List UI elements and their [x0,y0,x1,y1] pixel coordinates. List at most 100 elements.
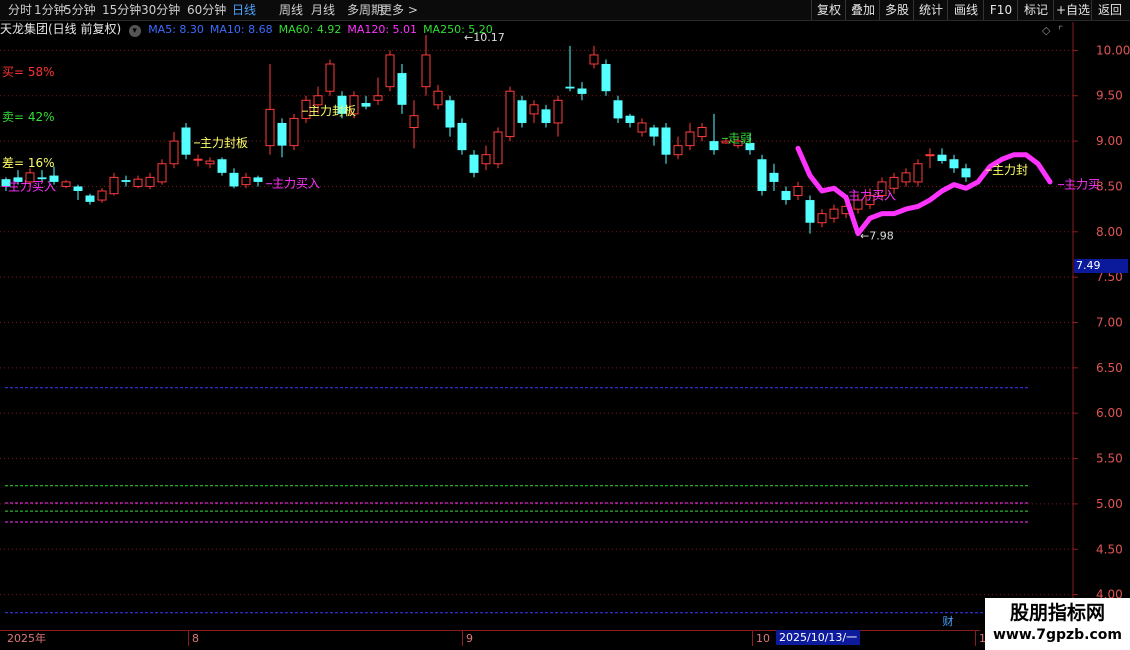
signal-marker-label: 主力封板 [200,136,248,150]
candle-body [697,126,707,138]
candle-body [385,54,395,88]
price-tick-label: 10.00 [1096,43,1130,57]
candle-body [373,95,383,101]
candle-body [277,122,287,146]
candle-body [493,131,503,165]
price-tick-label: 8.00 [1096,225,1123,239]
candle-body [685,131,695,147]
candle-body [325,63,335,92]
candle-body [421,54,431,88]
finance-icon[interactable]: 财 [940,614,956,629]
signal-marker-label: 主力买入 [272,177,320,191]
candle-body [229,172,239,187]
candle-body [469,154,479,173]
date-tick-3: 10 [752,631,770,646]
candle-body [97,190,107,201]
candle-body [901,172,911,183]
watermark: 股朋指标网 www.7gpzb.com [985,598,1130,650]
candle-body [829,208,839,219]
candle-body [649,127,659,137]
candle-body [673,145,683,156]
diff-stat: 差= 16% [2,156,55,170]
candle-body [601,64,611,92]
candle-body [961,168,971,178]
candle-body [781,190,791,201]
candle-body [553,99,563,124]
price-tick-label: 9.50 [1096,89,1123,103]
date-cursor-label: 2025/10/13/一 [776,630,861,645]
candle-body [181,127,191,155]
signal-marker-label: 主力买入 [848,189,896,203]
date-tick-0: 2025年 [7,632,46,645]
buy-stat: 买= 58% [2,65,55,79]
candle-body [913,163,923,183]
candle-body [253,177,263,182]
sell-stat: 卖= 42% [2,110,55,124]
price-tick-label: 7.00 [1096,316,1123,330]
candle-body [433,90,443,106]
candle-body [637,122,647,133]
price-tick-label: 5.50 [1096,452,1123,466]
candle-body [805,200,815,223]
candle-body [793,185,803,197]
candle-body [589,54,599,65]
candle-body [217,159,227,173]
signal-marker-label: 主力封 [992,163,1028,177]
candle-body [925,154,935,157]
candle-body [661,127,671,155]
signal-marker-label: 走弱 [728,131,752,145]
watermark-url: www.7gpzb.com [992,627,1122,643]
signal-marker-label: 主力封板 [308,104,356,118]
candle-body [889,176,899,189]
candle-body [85,195,95,202]
candle-body [577,88,587,94]
price-tick-label: 9.00 [1096,134,1123,148]
cursor-price-tag: 7.49 [1074,259,1128,273]
candle-body [409,115,419,128]
price-tick-label: 5.00 [1096,497,1123,511]
price-tick-label: 6.00 [1096,406,1123,420]
signal-marker-label: 主力买入 [8,179,56,193]
candle-body [361,103,371,107]
candle-body [817,213,827,224]
candle-body [157,163,167,183]
candle-body [613,100,623,119]
watermark-title: 股朋指标网 [1009,602,1105,624]
candle-body [61,181,71,187]
signal-marker-label: 主力买 [1064,178,1100,192]
candle-body [397,73,407,105]
candle-body [205,160,215,165]
candle-body [541,109,551,123]
date-tick-2: 9 [462,631,473,646]
signal-line [795,145,1053,237]
candle-body [109,176,119,195]
candle-body [937,154,947,162]
candle-body [625,115,635,123]
high-price-label: ←10.17 [464,31,505,44]
candle-body [241,176,251,186]
diamond-icon[interactable]: ◇ [1042,24,1051,37]
candle-body [757,159,767,191]
candle-body [565,86,575,89]
candle-body [169,140,179,165]
candle-body [529,104,539,115]
price-tick-label: 4.50 [1096,542,1123,556]
candle-body [445,100,455,128]
candle-body [709,141,719,151]
candle-body [289,117,299,147]
candle-body [769,172,779,182]
candle-body [457,122,467,151]
candlestick-chart[interactable]: 10.009.509.008.508.007.507.006.506.005.5… [0,0,1130,650]
candle-body [949,159,959,169]
candle-body [133,178,143,187]
low-price-label: ←7.98 [860,230,894,243]
expand-icon[interactable]: ⌜ [1058,24,1063,37]
candle-body [73,186,83,191]
candle-body [145,176,155,187]
candle-body [505,90,515,138]
candle-body [481,154,491,165]
price-tick-label: 6.50 [1096,361,1123,375]
candle-body [517,100,527,123]
date-tick-1: 8 [188,631,199,646]
candle-body [193,158,203,161]
